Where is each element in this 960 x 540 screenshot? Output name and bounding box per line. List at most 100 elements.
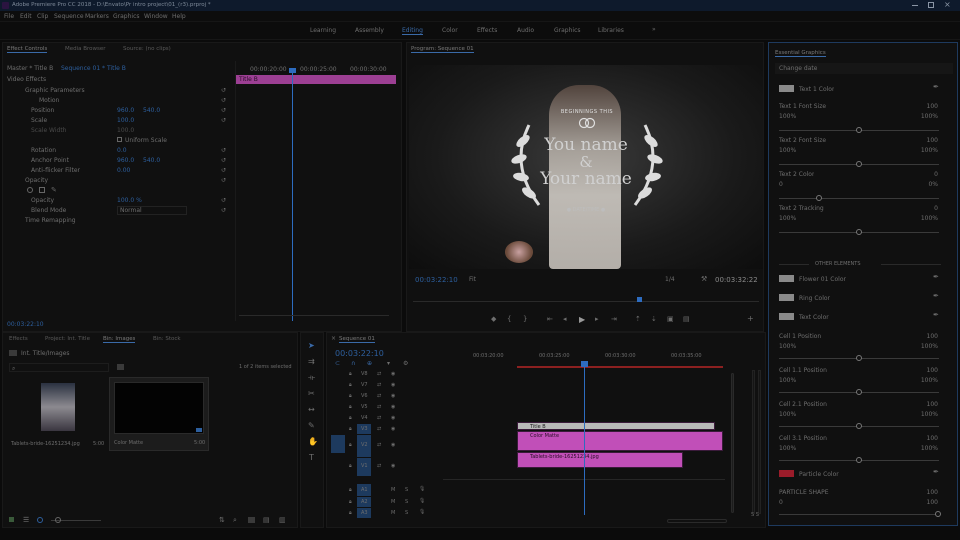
close-icon[interactable]: × bbox=[944, 0, 951, 9]
slider-knob[interactable] bbox=[935, 511, 941, 517]
eyedropper-icon[interactable]: ✒ bbox=[933, 83, 939, 91]
property-value-2[interactable]: 540.0 bbox=[143, 157, 160, 164]
snap-icon[interactable]: ∩ bbox=[351, 360, 355, 367]
settings-icon[interactable]: ⚙ bbox=[403, 360, 408, 367]
reset-icon[interactable]: ↺ bbox=[221, 107, 226, 114]
particle-color-swatch[interactable] bbox=[779, 470, 794, 477]
mute-button[interactable]: M bbox=[391, 487, 395, 493]
eyedropper-icon[interactable]: ✒ bbox=[933, 311, 939, 319]
add-marker-icon[interactable]: ◆ bbox=[491, 315, 496, 323]
program-timecode[interactable]: 00:03:22:10 bbox=[415, 276, 458, 284]
add-button-icon[interactable]: + bbox=[747, 314, 754, 323]
eyedropper-icon[interactable]: ✒ bbox=[933, 468, 939, 476]
property-row[interactable]: Scale 100.0 bbox=[3, 115, 233, 125]
eye-icon[interactable]: ◉ bbox=[391, 382, 395, 388]
slider-track[interactable] bbox=[779, 198, 939, 199]
lock-icon[interactable]: 🔒︎ bbox=[349, 382, 352, 388]
track-header-v2[interactable]: V2 🔒︎ ⇄ ◉ bbox=[327, 435, 433, 457]
track-header-a2[interactable]: A2 🔒︎ M S 🎙︎ bbox=[327, 497, 433, 507]
eye-icon[interactable]: ◉ bbox=[391, 371, 395, 377]
eyedropper-icon[interactable]: ✒ bbox=[933, 292, 939, 300]
playhead-line[interactable] bbox=[292, 69, 293, 321]
timeline-timecode[interactable]: 00:03:22:10 bbox=[335, 349, 384, 358]
slider-knob[interactable] bbox=[856, 457, 862, 463]
property-value[interactable]: 100.0 % bbox=[117, 197, 142, 204]
slider-value-top[interactable]: 100 bbox=[924, 137, 938, 144]
icon-view-icon[interactable] bbox=[37, 517, 43, 523]
lock-icon[interactable]: 🔒︎ bbox=[349, 371, 352, 377]
menu-window[interactable]: Window bbox=[144, 13, 168, 20]
slider-value-top[interactable]: 100 bbox=[924, 401, 938, 408]
slider-knob[interactable] bbox=[856, 161, 862, 167]
slider-value-top[interactable]: 100 bbox=[924, 333, 938, 340]
lock-icon[interactable]: 🔒︎ bbox=[349, 442, 352, 448]
slider-value-top[interactable]: 100 bbox=[924, 435, 938, 442]
effect-controls-timeline[interactable]: 00:00:20:00 00:00:25:00 00:00:30:00 Titl… bbox=[235, 61, 397, 321]
lock-icon[interactable]: 🔒︎ bbox=[349, 499, 352, 505]
search-input[interactable]: ⌕ bbox=[9, 363, 109, 372]
track-header-v6[interactable]: V6 🔒︎ ⇄ ◉ bbox=[327, 391, 433, 401]
eye-icon[interactable]: ◉ bbox=[391, 463, 395, 469]
sync-icon[interactable]: ⇄ bbox=[377, 382, 381, 388]
reset-icon[interactable]: ↺ bbox=[221, 87, 226, 94]
menu-clip[interactable]: Clip bbox=[37, 13, 48, 20]
slider-knob[interactable] bbox=[856, 423, 862, 429]
property-row[interactable]: Graphic Parameters bbox=[3, 85, 233, 95]
property-row[interactable]: Position 960.0 540.0 bbox=[3, 105, 233, 115]
zoom-slider-knob[interactable] bbox=[55, 517, 61, 523]
video-frame[interactable]: BEGINNINGS THIS You name & Your name ● D… bbox=[409, 65, 763, 269]
slider-value[interactable]: 100% bbox=[917, 411, 938, 418]
tab-effects[interactable]: Effects bbox=[9, 336, 28, 342]
color-swatch[interactable] bbox=[779, 313, 794, 320]
lock-icon[interactable]: 🔒︎ bbox=[349, 415, 352, 421]
lock-icon[interactable]: 🔒︎ bbox=[349, 510, 352, 516]
reset-icon[interactable]: ↺ bbox=[221, 117, 226, 124]
type-tool-icon[interactable]: T bbox=[309, 453, 314, 462]
in-out-range[interactable] bbox=[517, 366, 723, 368]
slider-value-top[interactable]: 0 bbox=[924, 205, 938, 212]
slider-value[interactable]: 0% bbox=[917, 181, 938, 188]
new-folder-icon[interactable] bbox=[248, 517, 255, 523]
uniform-scale-checkbox[interactable] bbox=[117, 137, 122, 142]
ripple-edit-tool-icon[interactable]: ⟛ bbox=[308, 373, 315, 383]
new-item-icon[interactable]: ▤ bbox=[263, 516, 270, 524]
go-to-in-icon[interactable]: ⇤ bbox=[547, 315, 553, 323]
slider-value[interactable]: 100% bbox=[917, 215, 938, 222]
timeline-clip-title-b[interactable]: Title B bbox=[517, 422, 715, 430]
color-row[interactable]: Flower 01 Color ✒ bbox=[779, 273, 949, 285]
color-row[interactable]: Text 1 Color ✒ bbox=[779, 83, 949, 95]
effect-controls-timecode[interactable]: 00:03:22:10 bbox=[7, 321, 44, 328]
source-patch-v1[interactable] bbox=[331, 435, 345, 453]
workspace-audio[interactable]: Audio bbox=[517, 27, 534, 34]
property-row[interactable]: Anti-flicker Filter 0.00 bbox=[3, 165, 233, 175]
linked-selection-icon[interactable]: ⊕ bbox=[367, 360, 372, 367]
sync-icon[interactable]: ⇄ bbox=[377, 415, 381, 421]
property-row[interactable]: Blend Mode Normal bbox=[3, 205, 233, 215]
slider-value[interactable]: 100% bbox=[917, 377, 938, 384]
minimize-icon[interactable] bbox=[912, 5, 918, 6]
timeline-clip-bride-image[interactable]: Tablets-bride-16251234.jpg bbox=[517, 452, 683, 468]
title-clip-bar[interactable]: Title B bbox=[236, 75, 396, 84]
tab-sequence[interactable]: Sequence 01 bbox=[339, 336, 375, 343]
property-value[interactable]: 100.0 bbox=[117, 127, 134, 134]
track-header-a3[interactable]: A3 🔒︎ M S 🎙︎ bbox=[327, 508, 433, 518]
slider-knob[interactable] bbox=[856, 355, 862, 361]
property-value[interactable]: 960.0 bbox=[117, 107, 134, 114]
tab-bin-images[interactable]: Bin: Images bbox=[103, 336, 136, 343]
reset-icon[interactable]: ↺ bbox=[221, 207, 226, 214]
property-row[interactable]: Opacity bbox=[3, 175, 233, 185]
track-header-v8[interactable]: V8 🔒︎ ⇄ ◉ bbox=[327, 369, 433, 379]
mute-button[interactable]: M bbox=[391, 499, 395, 505]
lock-icon[interactable] bbox=[9, 517, 14, 522]
workspace-graphics[interactable]: Graphics bbox=[554, 27, 581, 34]
property-value[interactable]: 0.0 bbox=[117, 147, 127, 154]
nest-icon[interactable]: ⊂ bbox=[335, 360, 340, 367]
lock-icon[interactable]: 🔒︎ bbox=[349, 426, 352, 432]
scroll-track[interactable] bbox=[239, 315, 389, 316]
solo-button[interactable]: S bbox=[405, 499, 408, 505]
trash-icon[interactable]: ▥ bbox=[279, 516, 286, 524]
slider-value[interactable]: 100% bbox=[917, 445, 938, 452]
reset-icon[interactable]: ↺ bbox=[221, 177, 226, 184]
fit-select[interactable]: Fit bbox=[469, 276, 476, 283]
sync-icon[interactable]: ⇄ bbox=[377, 426, 381, 432]
